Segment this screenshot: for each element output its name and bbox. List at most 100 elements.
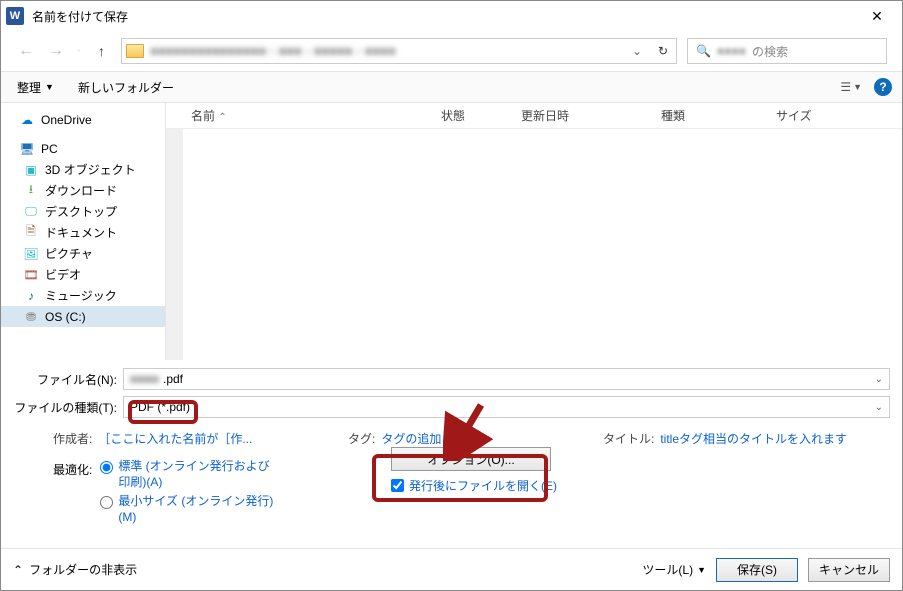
music-icon: ♪	[23, 289, 39, 303]
optimize-minimum[interactable]: 最小サイズ (オンライン発行)(M)	[100, 494, 278, 525]
filename-label: ファイル名(N):	[13, 371, 123, 388]
col-type[interactable]: 種類	[661, 107, 776, 124]
body-area: ☁ OneDrive 🖥 PC ▣ 3D オブジェクト ⭳ ダウンロード 🖵 デ…	[1, 103, 902, 360]
save-button[interactable]: 保存(S)	[716, 558, 798, 582]
options-button-label: オプション(O)...	[427, 453, 514, 467]
open-after-publish[interactable]: 発行後にファイルを開く(E)	[391, 477, 557, 494]
up-button[interactable]: ↑	[91, 43, 111, 59]
radio-minimum-label: 最小サイズ (オンライン発行)(M)	[118, 494, 278, 525]
search-prefix: ■■■■	[717, 44, 746, 58]
address-path: ■■■■■■■■■■■■■■■ › ■■■ › ■■■■■ › ■■■■	[150, 44, 396, 58]
window-title: 名前を付けて保存	[32, 8, 857, 25]
chevron-up-icon: ⌃	[13, 563, 23, 577]
folder-icon	[126, 44, 144, 58]
tree-item-desktop[interactable]: 🖵 デスクトップ	[1, 201, 165, 222]
filetype-select[interactable]: PDF (*.pdf) ⌄	[123, 396, 890, 418]
tree-item-pc[interactable]: 🖥 PC	[1, 138, 165, 159]
radio-minimum[interactable]	[100, 496, 113, 509]
address-dropdown-icon[interactable]: ⌄	[632, 44, 642, 58]
tree-label: ミュージック	[45, 287, 117, 304]
dropdown-icon[interactable]: ⌄	[875, 374, 883, 385]
forward-button[interactable]: →	[46, 42, 66, 60]
disk-icon: ⛃	[23, 310, 39, 324]
filename-ext: .pdf	[163, 372, 183, 386]
search-suffix: の検索	[752, 43, 788, 60]
sort-icon: ⌃	[218, 112, 226, 123]
tree-item-pictures[interactable]: 🖼 ピクチャ	[1, 243, 165, 264]
tree-label: ドキュメント	[45, 224, 117, 241]
title-value[interactable]: titleタグ相当のタイトルを入れます	[660, 430, 847, 447]
close-button[interactable]: ✕	[857, 8, 897, 25]
tree-item-3d[interactable]: ▣ 3D オブジェクト	[1, 159, 165, 180]
pictures-icon: 🖼	[23, 247, 39, 261]
open-after-label: 発行後にファイルを開く(E)	[409, 477, 557, 494]
new-folder-label: 新しいフォルダー	[78, 79, 174, 96]
refresh-icon[interactable]: ↻	[658, 44, 668, 58]
col-size[interactable]: サイズ	[776, 107, 856, 124]
tree-label: OneDrive	[41, 113, 92, 127]
options-button[interactable]: オプション(O)...	[391, 447, 551, 471]
back-button[interactable]: ←	[16, 42, 36, 60]
footer: ⌃ フォルダーの非表示 ツール(L) ▼ 保存(S) キャンセル	[1, 548, 902, 590]
file-list: 名前 ⌃ 状態 更新日時 種類 サイズ	[166, 103, 902, 360]
view-options-button[interactable]: ☰▼	[840, 80, 862, 94]
address-bar[interactable]: ■■■■■■■■■■■■■■■ › ■■■ › ■■■■■ › ■■■■ ⌄ ↻	[121, 38, 677, 64]
col-name[interactable]: 名前	[191, 107, 215, 124]
title-bar: W 名前を付けて保存 ✕	[1, 1, 902, 31]
toolbar: 整理 ▼ 新しいフォルダー ☰▼ ?	[1, 71, 902, 103]
tree-item-onedrive[interactable]: ☁ OneDrive	[1, 109, 165, 130]
col-state[interactable]: 状態	[441, 107, 521, 124]
folder-tree: ☁ OneDrive 🖥 PC ▣ 3D オブジェクト ⭳ ダウンロード 🖵 デ…	[1, 103, 166, 360]
open-after-checkbox[interactable]	[391, 479, 404, 492]
author-label: 作成者:	[53, 430, 92, 447]
tree-label: 3D オブジェクト	[45, 161, 136, 178]
column-header[interactable]: 名前 ⌃ 状態 更新日時 種類 サイズ	[166, 103, 902, 129]
tree-item-os-c[interactable]: ⛃ OS (C:)	[1, 306, 165, 327]
cancel-button[interactable]: キャンセル	[808, 558, 890, 582]
dropdown-icon[interactable]: ⌄	[875, 402, 883, 413]
tree-label: ビデオ	[45, 266, 81, 283]
tag-value[interactable]: タグの追加	[381, 430, 441, 447]
chevron-down-icon: ▼	[45, 82, 54, 92]
tag-label: タグ:	[348, 430, 375, 447]
scrollbar[interactable]	[166, 129, 183, 360]
tree-item-documents[interactable]: 🗎 ドキュメント	[1, 222, 165, 243]
video-icon: 🎞	[23, 268, 39, 282]
nav-bar: ← → · ↑ ■■■■■■■■■■■■■■■ › ■■■ › ■■■■■ › …	[1, 31, 902, 71]
tree-item-music[interactable]: ♪ ミュージック	[1, 285, 165, 306]
optimize-label: 最適化:	[53, 459, 92, 525]
optimize-standard[interactable]: 標準 (オンライン発行および印刷)(A)	[100, 459, 278, 490]
search-box[interactable]: 🔍 ■■■■ の検索	[687, 38, 887, 64]
download-icon: ⭳	[23, 184, 39, 198]
cube-icon: ▣	[23, 163, 39, 177]
help-icon[interactable]: ?	[874, 78, 892, 96]
tree-label: OS (C:)	[45, 310, 86, 324]
title-label: タイトル:	[603, 430, 654, 447]
word-icon: W	[6, 7, 24, 25]
hide-folders-button[interactable]: ⌃ フォルダーの非表示	[13, 561, 137, 578]
organize-label: 整理	[17, 79, 41, 96]
search-icon: 🔍	[696, 44, 711, 58]
filetype-label: ファイルの種類(T):	[13, 399, 123, 416]
organize-button[interactable]: 整理 ▼	[11, 76, 60, 99]
author-value[interactable]: ［ここに入れた名前が［作...	[98, 430, 252, 447]
chevron-down-icon: ▼	[697, 565, 706, 575]
filename-input[interactable]: ■■■■ .pdf ⌄	[123, 368, 890, 390]
form-area: ファイル名(N): ■■■■ .pdf ⌄ ファイルの種類(T): PDF (*…	[1, 360, 902, 525]
tools-dropdown[interactable]: ツール(L) ▼	[642, 561, 706, 578]
tree-item-downloads[interactable]: ⭳ ダウンロード	[1, 180, 165, 201]
pc-icon: 🖥	[19, 142, 35, 156]
tree-label: PC	[41, 142, 58, 156]
desktop-icon: 🖵	[23, 205, 39, 219]
tree-label: デスクトップ	[45, 203, 117, 220]
document-icon: 🗎	[23, 226, 39, 240]
new-folder-button[interactable]: 新しいフォルダー	[72, 76, 180, 99]
col-date[interactable]: 更新日時	[521, 107, 661, 124]
cancel-label: キャンセル	[819, 563, 879, 577]
tree-label: ダウンロード	[45, 182, 117, 199]
onedrive-icon: ☁	[19, 113, 35, 127]
save-label: 保存(S)	[737, 563, 777, 577]
tree-item-videos[interactable]: 🎞 ビデオ	[1, 264, 165, 285]
radio-standard[interactable]	[100, 461, 113, 474]
filename-blur: ■■■■	[130, 372, 159, 386]
